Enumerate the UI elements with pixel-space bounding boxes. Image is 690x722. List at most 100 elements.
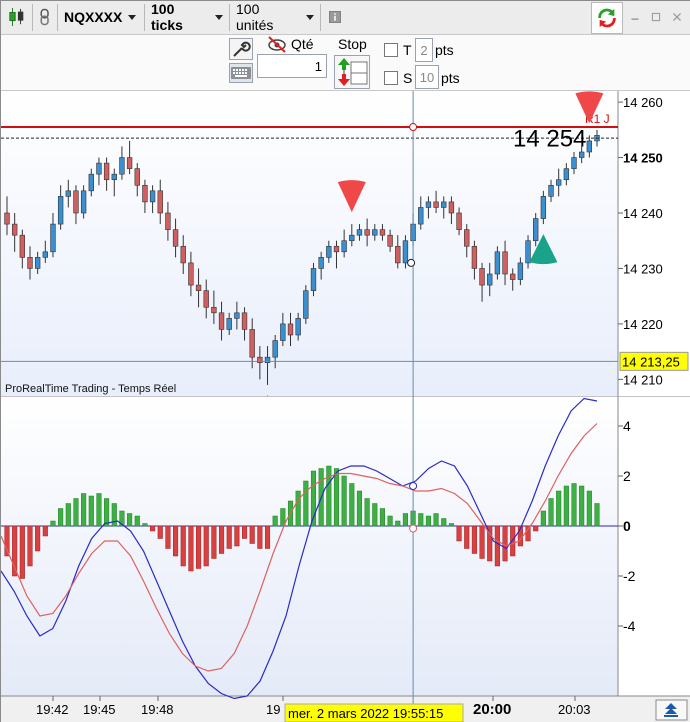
candle-body <box>111 173 117 181</box>
candle-body <box>326 245 332 258</box>
candle-body <box>441 201 447 208</box>
candle-body <box>88 173 94 192</box>
interval-selector[interactable]: 100 ticks <box>146 1 228 33</box>
stop-order-button[interactable] <box>334 55 370 89</box>
candle-body <box>502 251 508 275</box>
candle-body <box>203 290 209 308</box>
histogram-bar <box>88 495 94 527</box>
price-tick-label: 14 210 <box>623 372 663 387</box>
candle-body <box>126 157 133 169</box>
candle-body <box>211 306 217 314</box>
candle-body <box>456 212 462 230</box>
histogram-bar <box>203 525 209 567</box>
candle-body <box>50 223 56 253</box>
candle-body <box>494 251 501 275</box>
histogram-bar <box>464 525 470 549</box>
t-points-input[interactable]: 2 <box>415 38 433 62</box>
chain-link-icon[interactable] <box>34 4 56 30</box>
histogram-bar <box>35 525 41 552</box>
units-label: 100 unités <box>236 1 274 33</box>
keyboard-button[interactable] <box>229 63 253 83</box>
candle-body <box>578 151 585 158</box>
settings-button[interactable] <box>229 38 253 60</box>
indicator-axis-bg <box>618 396 690 696</box>
t-unit: pts <box>435 42 454 58</box>
histogram-bar <box>173 525 179 557</box>
cursor-candle-marker <box>407 258 416 267</box>
instrument-selector[interactable]: NQXXXX <box>59 4 143 30</box>
candle-body <box>272 340 278 358</box>
price-axis-bg <box>618 91 690 396</box>
candle-body <box>73 190 79 214</box>
histogram-bar <box>349 483 355 527</box>
candle-body <box>402 240 409 264</box>
close-button[interactable] <box>667 4 687 30</box>
maximize-button[interactable] <box>646 4 666 30</box>
price-tick-label: 14 260 <box>623 95 663 110</box>
time-tick-label: 19 <box>266 702 280 717</box>
histogram-bar <box>257 525 263 549</box>
s-points-input[interactable]: 10 <box>415 65 439 89</box>
sync-button[interactable] <box>591 2 623 34</box>
candle-body <box>510 273 516 280</box>
histogram-bar <box>395 520 401 527</box>
minimize-icon <box>631 18 639 20</box>
candle-body <box>142 184 148 203</box>
histogram-bar <box>540 510 546 527</box>
big-price-readout: 14 254 <box>513 125 586 152</box>
hidden-eye-icon[interactable] <box>266 35 288 53</box>
candle-body <box>571 157 577 169</box>
candle-body <box>172 229 179 247</box>
time-tick-label: 20:03 <box>558 702 591 717</box>
take-profit-checkbox[interactable] <box>384 43 398 57</box>
candle-body <box>418 207 424 225</box>
candle-body <box>487 273 493 286</box>
minimize-button[interactable] <box>625 4 645 30</box>
candle-body <box>234 312 240 319</box>
chart-area[interactable]: 14 260 14 250 14 240 14 230 14 220 14 210 R1 … <box>1 91 690 722</box>
candle-body <box>19 234 25 258</box>
histogram-bar <box>502 525 508 562</box>
price-tick-label: 14 230 <box>623 261 663 276</box>
candle-body <box>448 201 455 214</box>
histogram-bar <box>556 490 562 527</box>
candle-body <box>433 201 439 208</box>
price-chart[interactable]: 14 26014 25014 24014 23014 22014 210 R1 … <box>1 91 690 396</box>
candle-body <box>540 196 547 219</box>
indicator-tick-label: 0 <box>623 518 631 534</box>
macd-indicator-chart[interactable]: 4 2 0 -2 -4 19:42 19:45 19:48 19 20:00 20:03 mer. … <box>1 396 690 722</box>
candle-body <box>119 157 125 175</box>
candle-body <box>333 245 340 253</box>
histogram-bar <box>479 525 485 559</box>
interval-label: 100 ticks <box>151 1 183 33</box>
qty-value: 1 <box>314 58 322 74</box>
histogram-bar <box>165 525 171 549</box>
histogram-bar <box>111 503 117 527</box>
candle-body <box>556 179 562 186</box>
candle-body <box>349 234 355 242</box>
histogram-bar <box>333 468 340 527</box>
candle-body <box>372 229 378 236</box>
stop-loss-checkbox[interactable] <box>384 71 398 85</box>
histogram-bar <box>81 493 87 527</box>
units-selector[interactable]: 100 unités <box>231 1 319 33</box>
qty-input[interactable]: 1 <box>257 54 327 78</box>
histogram-bar <box>264 525 271 549</box>
candle-body <box>280 323 286 341</box>
histogram-bar <box>571 483 577 527</box>
histogram-bar <box>180 525 186 567</box>
candle-body <box>103 162 110 181</box>
chevron-down-icon <box>215 14 223 20</box>
candle-body <box>318 257 324 269</box>
wrench-icon <box>233 41 251 57</box>
watermark: ProRealTime Trading - Temps Réel <box>5 383 176 395</box>
candlestick-icon[interactable] <box>3 4 31 30</box>
keyboard-icon <box>231 67 251 79</box>
histogram-bar <box>249 525 255 544</box>
time-tick-label: 19:48 <box>141 702 174 717</box>
histogram-bar <box>326 465 332 527</box>
candle-body <box>425 201 432 208</box>
info-button[interactable] <box>324 4 346 30</box>
scroll-to-end-button[interactable] <box>655 699 688 721</box>
candle-body <box>27 257 33 269</box>
